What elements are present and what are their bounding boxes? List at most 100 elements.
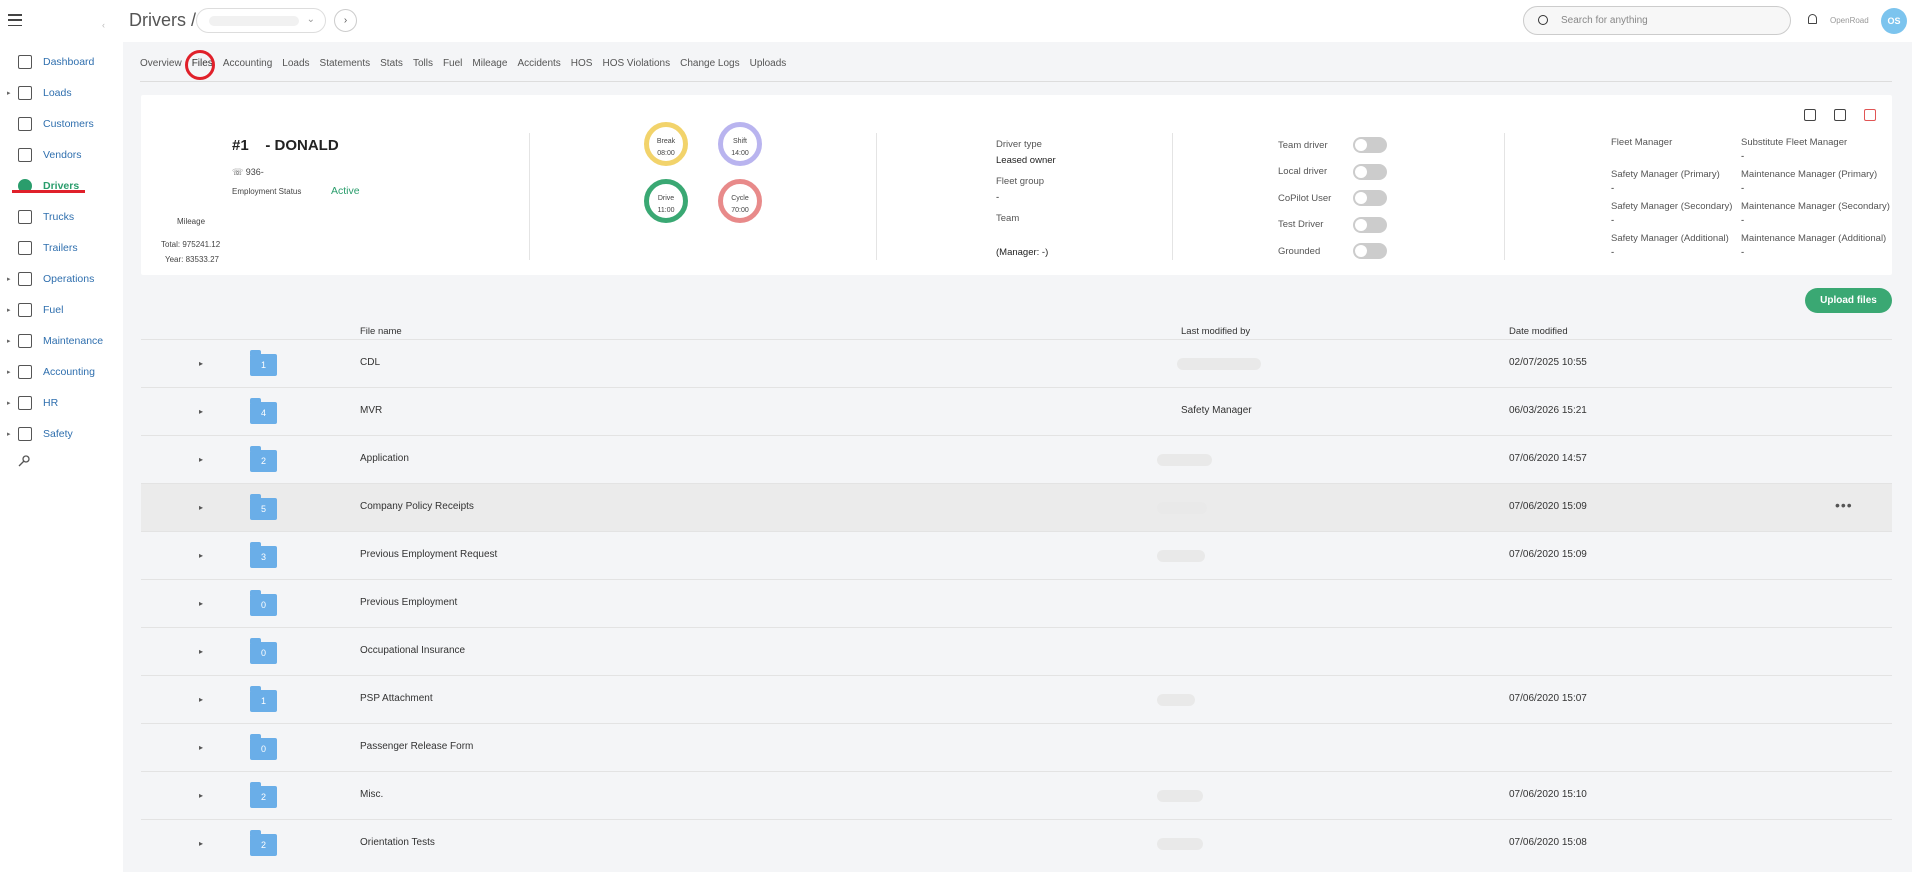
expand-icon[interactable]: ▸ bbox=[199, 599, 203, 608]
file-name[interactable]: CDL bbox=[360, 357, 380, 368]
col-date-modified[interactable]: Date modified bbox=[1509, 326, 1568, 337]
caret-right-icon[interactable]: ▸ bbox=[7, 368, 11, 376]
expand-icon[interactable]: ▸ bbox=[199, 551, 203, 560]
folder-icon: 2 bbox=[250, 446, 277, 472]
tab-accidents[interactable]: Accidents bbox=[517, 58, 560, 69]
expand-icon[interactable]: ▸ bbox=[199, 695, 203, 704]
col-last-modified-by[interactable]: Last modified by bbox=[1181, 326, 1250, 337]
table-row[interactable]: ▸ 0 Previous Employment bbox=[141, 579, 1892, 627]
table-row[interactable]: ▸ 1 CDL 02/07/2025 10:55 bbox=[141, 339, 1892, 387]
table-row[interactable]: ▸ 2 Orientation Tests 07/06/2020 15:08 bbox=[141, 819, 1892, 867]
active-tab-marker bbox=[185, 50, 215, 80]
table-row[interactable]: ▸ 3 Previous Employment Request 07/06/2020 … bbox=[141, 531, 1892, 579]
file-name[interactable]: Company Policy Receipts bbox=[360, 501, 474, 512]
avatar[interactable]: OS bbox=[1881, 8, 1907, 34]
table-row[interactable]: ▸ 0 Occupational Insurance bbox=[141, 627, 1892, 675]
tab-fuel[interactable]: Fuel bbox=[443, 58, 462, 69]
tab-statements[interactable]: Statements bbox=[320, 58, 371, 69]
file-name[interactable]: Previous Employment bbox=[360, 597, 457, 608]
tab-change-logs[interactable]: Change Logs bbox=[680, 58, 740, 69]
sidebar-item-safety[interactable]: ▸ Safety bbox=[0, 418, 123, 449]
sidebar-item-drivers[interactable]: Drivers bbox=[0, 170, 123, 201]
delete-icon[interactable] bbox=[1864, 109, 1876, 121]
safety-manager-additional-label: Safety Manager (Additional) bbox=[1611, 233, 1729, 244]
sidebar-item-label: Accounting bbox=[43, 365, 95, 378]
file-name[interactable]: Orientation Tests bbox=[360, 837, 435, 848]
search-placeholder: Search for anything bbox=[1561, 15, 1648, 26]
table-row[interactable]: ▸ 5 Company Policy Receipts 07/06/2020 15:0… bbox=[141, 483, 1892, 531]
tab-hos[interactable]: HOS bbox=[571, 58, 593, 69]
file-name[interactable]: Occupational Insurance bbox=[360, 645, 465, 656]
caret-right-icon[interactable]: ▸ bbox=[7, 399, 11, 407]
table-row[interactable]: ▸ 2 Misc. 07/06/2020 15:10 bbox=[141, 771, 1892, 819]
sidebar-item-accounting[interactable]: ▸ Accounting bbox=[0, 356, 123, 387]
search-input[interactable]: Search for anything bbox=[1523, 6, 1791, 35]
copy-icon[interactable] bbox=[1834, 109, 1846, 121]
expand-icon[interactable]: ▸ bbox=[199, 839, 203, 848]
driver-select[interactable]: ⌄ bbox=[196, 8, 326, 33]
tab-stats[interactable]: Stats bbox=[380, 58, 403, 69]
toggle-row-team-driver: Team driver bbox=[1278, 137, 1387, 153]
key-icon[interactable] bbox=[18, 455, 30, 467]
next-driver-button[interactable]: › bbox=[334, 9, 357, 32]
sidebar-item-fuel[interactable]: ▸ Fuel bbox=[0, 294, 123, 325]
sidebar-item-trailers[interactable]: Trailers bbox=[0, 232, 123, 263]
driver-type-label: Driver type bbox=[996, 139, 1042, 150]
collapse-sidebar-icon[interactable]: ‹ bbox=[102, 20, 105, 30]
file-count: 2 bbox=[260, 456, 266, 466]
sidebar-item-maintenance[interactable]: ▸ Maintenance bbox=[0, 325, 123, 356]
toggle-switch[interactable] bbox=[1353, 163, 1387, 180]
file-name[interactable]: MVR bbox=[360, 405, 382, 416]
tab-loads[interactable]: Loads bbox=[282, 58, 309, 69]
team-manager: (Manager: -) bbox=[996, 247, 1049, 258]
table-row[interactable]: ▸ 2 Application 07/06/2020 14:57 bbox=[141, 435, 1892, 483]
expand-icon[interactable]: ▸ bbox=[199, 647, 203, 656]
caret-right-icon[interactable]: ▸ bbox=[7, 275, 11, 283]
expand-icon[interactable]: ▸ bbox=[199, 503, 203, 512]
folder-icon: 1 bbox=[250, 686, 277, 712]
tab-uploads[interactable]: Uploads bbox=[750, 58, 787, 69]
caret-right-icon[interactable]: ▸ bbox=[7, 430, 11, 438]
file-name[interactable]: Application bbox=[360, 453, 409, 464]
expand-icon[interactable]: ▸ bbox=[199, 455, 203, 464]
caret-right-icon[interactable]: ▸ bbox=[7, 89, 11, 97]
sidebar-item-customers[interactable]: Customers bbox=[0, 108, 123, 139]
toggle-switch[interactable] bbox=[1353, 137, 1387, 153]
date-modified: 07/06/2020 15:10 bbox=[1509, 789, 1587, 800]
file-name[interactable]: Previous Employment Request bbox=[360, 549, 497, 560]
col-file-name[interactable]: File name bbox=[360, 326, 402, 337]
sidebar-item-trucks[interactable]: Trucks bbox=[0, 201, 123, 232]
sidebar-item-vendors[interactable]: Vendors bbox=[0, 139, 123, 170]
table-row[interactable]: ▸ 1 PSP Attachment 07/06/2020 15:07 bbox=[141, 675, 1892, 723]
edit-icon[interactable] bbox=[1804, 109, 1816, 121]
file-count: 0 bbox=[260, 600, 266, 610]
caret-right-icon[interactable]: ▸ bbox=[7, 306, 11, 314]
more-options-icon[interactable]: ••• bbox=[1835, 497, 1853, 513]
file-name[interactable]: Misc. bbox=[360, 789, 383, 800]
expand-icon[interactable]: ▸ bbox=[199, 407, 203, 416]
expand-icon[interactable]: ▸ bbox=[199, 743, 203, 752]
toggle-switch[interactable] bbox=[1353, 216, 1387, 233]
expand-icon[interactable]: ▸ bbox=[199, 791, 203, 800]
sidebar-item-operations[interactable]: ▸ Operations bbox=[0, 263, 123, 294]
bell-icon[interactable] bbox=[1808, 14, 1817, 24]
upload-files-button[interactable]: Upload files bbox=[1805, 288, 1892, 313]
gauge-value: 11:00 bbox=[657, 207, 675, 214]
toggle-switch[interactable] bbox=[1353, 190, 1387, 206]
file-name[interactable]: PSP Attachment bbox=[360, 693, 433, 704]
table-row[interactable]: ▸ 0 Passenger Release Form bbox=[141, 723, 1892, 771]
table-row[interactable]: ▸ 4 MVR Safety Manager 06/03/2026 15:21 bbox=[141, 387, 1892, 435]
sidebar-item-dashboard[interactable]: Dashboard bbox=[0, 46, 123, 77]
menu-icon[interactable] bbox=[8, 14, 22, 26]
tab-mileage[interactable]: Mileage bbox=[472, 58, 507, 69]
toggle-switch[interactable] bbox=[1353, 243, 1387, 259]
sidebar-item-hr[interactable]: ▸ HR bbox=[0, 387, 123, 418]
expand-icon[interactable]: ▸ bbox=[199, 359, 203, 368]
tab-tolls[interactable]: Tolls bbox=[413, 58, 433, 69]
sidebar-item-loads[interactable]: ▸ Loads bbox=[0, 77, 123, 108]
tab-accounting[interactable]: Accounting bbox=[223, 58, 272, 69]
tab-hos-violations[interactable]: HOS Violations bbox=[602, 58, 670, 69]
caret-right-icon[interactable]: ▸ bbox=[7, 337, 11, 345]
file-name[interactable]: Passenger Release Form bbox=[360, 741, 473, 752]
tab-overview[interactable]: Overview bbox=[140, 58, 182, 69]
